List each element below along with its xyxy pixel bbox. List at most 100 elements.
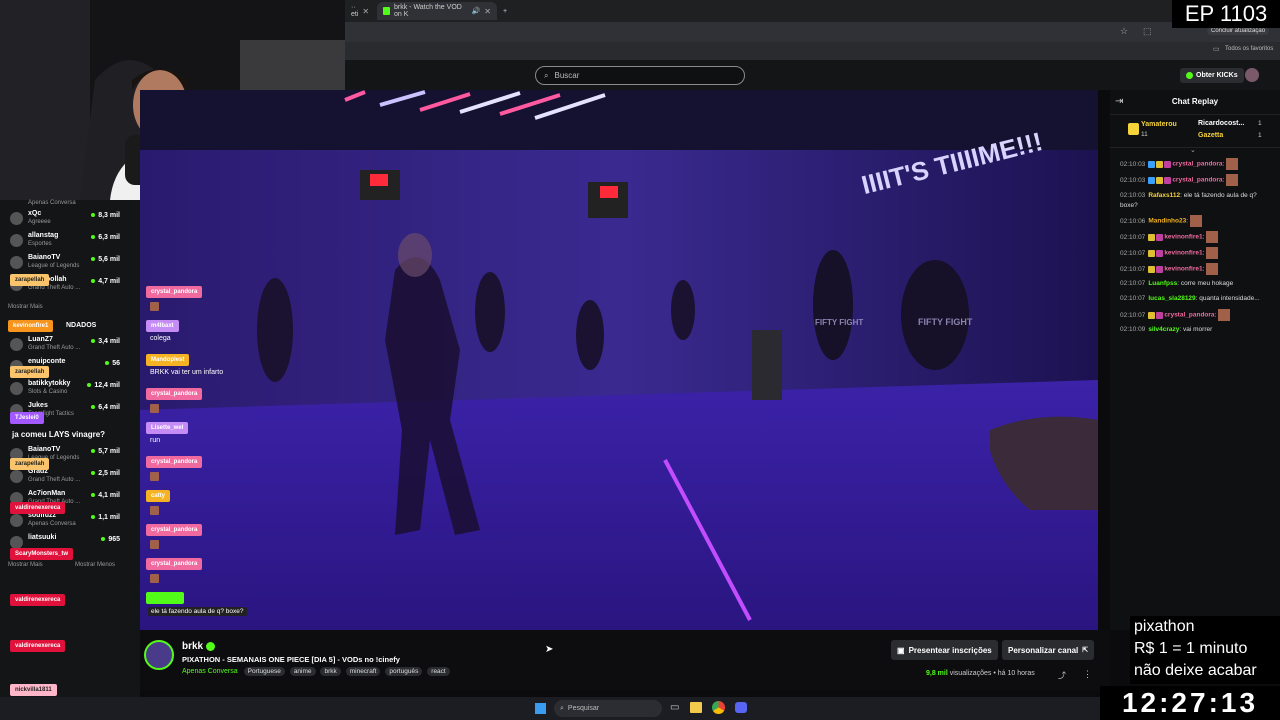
task-view-icon[interactable]: ▭ xyxy=(670,702,679,713)
tag-row: Apenas Conversa Portuguese anime brkk mi… xyxy=(182,667,453,676)
emote-icon xyxy=(150,540,159,549)
message-user[interactable]: crystal_pandora xyxy=(1172,161,1222,168)
message-user[interactable]: Luanfpss xyxy=(1148,280,1177,287)
live-dot-icon xyxy=(91,235,96,240)
viewer-count: 5,6 mil xyxy=(91,256,120,263)
live-dot-icon xyxy=(91,257,96,262)
message-user[interactable]: Rafaxs112 xyxy=(1148,192,1180,199)
badge-icon xyxy=(1156,160,1164,168)
customize-channel-label: Personalizar canal xyxy=(1008,645,1079,655)
chat-message: 02:10:07 crystal_pandora: xyxy=(1120,309,1275,321)
chevron-down-icon[interactable]: ⌄ xyxy=(1190,146,1196,154)
file-explorer-icon[interactable] xyxy=(690,702,702,713)
message-user[interactable]: crystal_pandora xyxy=(1164,312,1214,319)
emote-icon xyxy=(150,404,159,413)
extensions-icon[interactable]: ⬚ xyxy=(1143,26,1152,37)
customize-channel-button[interactable]: Personalizar canal ⇱ xyxy=(1002,640,1095,660)
message-user[interactable]: kevinonfire1 xyxy=(1164,250,1202,257)
share-icon[interactable]: ⤴ xyxy=(1058,670,1066,681)
viewer-count-text: 8,3 mil xyxy=(98,212,120,219)
clock-overlay: 12:27:13 xyxy=(1100,686,1280,720)
overlay-chat-text: colega xyxy=(150,335,171,342)
message-time: 02:10:06 xyxy=(1120,217,1146,225)
tag[interactable]: brkk xyxy=(320,667,341,676)
tag[interactable]: minecraft xyxy=(345,667,381,676)
emote-icon xyxy=(150,302,159,311)
browser-toolbar: ·· eti ✕ brkk - Watch the VOD on K 🔊 ✕ + … xyxy=(345,0,1280,60)
search-icon: ⌕ xyxy=(544,70,549,80)
overlay-chat-badge: crystal_pandora xyxy=(146,456,203,468)
message-user[interactable]: kevinonfire1 xyxy=(1164,266,1202,273)
chat-message: 02:10:03 Rafaxs112: ele tá fazendo aula d… xyxy=(1120,192,1257,209)
avatar[interactable] xyxy=(144,640,174,670)
message-text: quanta intensidade... xyxy=(1199,295,1260,302)
search-input[interactable]: ⌕ Buscar xyxy=(535,66,745,85)
profile-button[interactable]: Concluir atualização xyxy=(1207,27,1270,35)
favorites-label[interactable]: Todos os favoritos xyxy=(1225,46,1273,52)
overlay-chat-text: ele tá fazendo aula de q? boxe? xyxy=(148,607,247,616)
windows-start-icon[interactable] xyxy=(535,703,546,714)
message-user[interactable]: kevinonfire1 xyxy=(1164,234,1202,241)
message-user[interactable]: silv4crazy xyxy=(1148,326,1179,333)
message-time: 02:10:03 xyxy=(1120,192,1146,199)
emote-icon xyxy=(1206,263,1219,275)
taskbar-search[interactable]: ⌕ Pesquisar xyxy=(554,700,662,717)
emote-icon xyxy=(150,472,159,481)
overlay-chat-badge xyxy=(146,592,184,604)
channel-name[interactable]: brkk xyxy=(182,641,215,652)
video-player[interactable]: IIIIT'S TIIIIME!!! FIFTY FIGHT FIFTY FIG… xyxy=(140,90,1098,630)
avatar xyxy=(10,234,23,247)
badge-icon xyxy=(1156,311,1164,319)
overlay-chat-badge: valdirenexereca xyxy=(10,502,66,514)
badge-icon xyxy=(1164,176,1172,184)
viewer-count: 8,3 mil xyxy=(91,212,120,219)
get-kicks-button[interactable]: Obter KICKs xyxy=(1180,68,1244,83)
more-options-icon[interactable]: ⋮ xyxy=(1083,669,1092,680)
browser-tab[interactable]: ·· eti ✕ xyxy=(345,2,375,20)
overlay-chat-badge: Lisette_wel xyxy=(146,422,189,434)
viewer-count-text: 5,6 mil xyxy=(98,256,120,263)
sidebar-channel-item[interactable]: xQc Agreeee 8,3 mil xyxy=(0,210,140,232)
gift-icon: ▣ xyxy=(897,645,905,655)
close-icon[interactable]: ✕ xyxy=(484,7,491,16)
favorites-bar: ▭ Todos os favoritos xyxy=(345,42,1280,60)
tag[interactable]: react xyxy=(427,667,450,676)
gift-subs-button[interactable]: ▣ Presentear inscrições xyxy=(891,640,998,660)
message-time: 02:10:03 xyxy=(1120,176,1146,184)
get-kicks-label: Obter KICKs xyxy=(1196,72,1238,79)
browser-tab-active[interactable]: brkk - Watch the VOD on K 🔊 ✕ xyxy=(377,2,497,20)
views-row: 9,8 mil visualizações • há 10 horas xyxy=(926,670,1035,677)
chrome-icon[interactable] xyxy=(712,701,725,714)
overlay-chat-left: zarapellah kevinonfire1 zarapellah TJesl… xyxy=(0,270,140,700)
video-frame: IIIIT'S TIIIIME!!! FIFTY FIGHT FIFTY FIG… xyxy=(140,90,1098,630)
close-icon[interactable]: ✕ xyxy=(362,7,369,16)
category-link[interactable]: Apenas Conversa xyxy=(182,668,238,675)
address-bar-row[interactable]: ☆ ⬚ Concluir atualização xyxy=(345,22,1280,42)
sidebar-channel-item[interactable]: allanstag Esportes 6,3 mil xyxy=(0,232,140,254)
views-label: visualizações xyxy=(949,670,992,677)
speaker-icon[interactable]: 🔊 xyxy=(472,7,481,15)
message-user[interactable]: Mandinho23 xyxy=(1148,218,1186,225)
star-icon[interactable]: ☆ xyxy=(1120,26,1128,37)
message-time: 02:10:07 xyxy=(1120,249,1146,257)
tab-label: brkk - Watch the VOD on K xyxy=(394,4,462,18)
top-gifters: Yamaterou 11 Ricardocost... 1 Gazetta 1 xyxy=(1110,114,1280,148)
tag[interactable]: anime xyxy=(289,667,316,676)
overlay-chat-badge: Mandoplest xyxy=(146,354,190,366)
tag[interactable]: Portuguese xyxy=(243,667,285,676)
badge-icon xyxy=(1156,249,1164,257)
emote-icon xyxy=(150,574,159,583)
message-user[interactable]: lucas_sla28129 xyxy=(1148,295,1195,302)
badge-icon xyxy=(1156,233,1164,241)
new-tab-button[interactable]: + xyxy=(497,2,511,20)
view-count: 9,8 mil xyxy=(926,670,948,677)
message-text: vai morrer xyxy=(1183,326,1213,333)
badge-icon xyxy=(1148,249,1156,257)
tag[interactable]: português xyxy=(385,667,423,676)
overlay-chat-badge: crystal_pandora xyxy=(146,524,203,536)
message-user[interactable]: crystal_pandora xyxy=(1172,177,1222,184)
avatar[interactable] xyxy=(1245,68,1259,82)
discord-icon[interactable] xyxy=(735,702,747,713)
gifter-count: 11 xyxy=(1141,131,1148,138)
episode-overlay: EP 1103 xyxy=(1172,0,1280,28)
